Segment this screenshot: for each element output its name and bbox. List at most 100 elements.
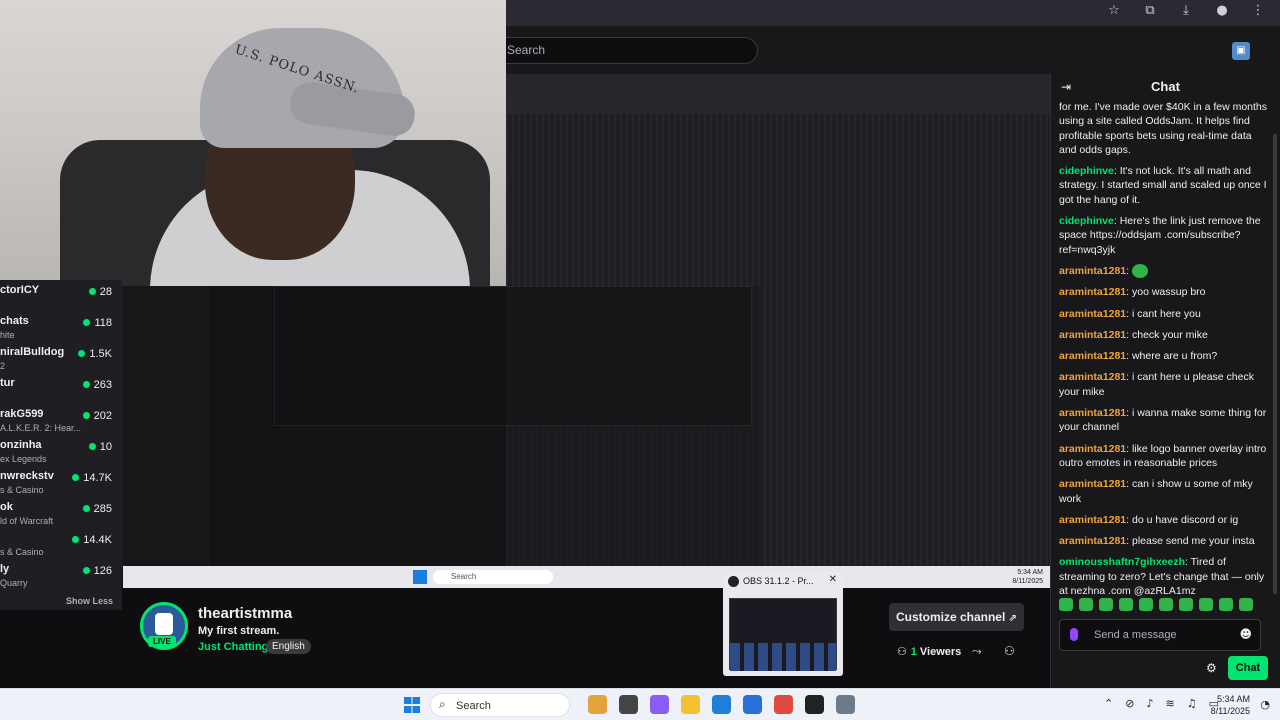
- emote-icon[interactable]: [1119, 598, 1133, 611]
- chat-username[interactable]: araminta1281: [1059, 407, 1126, 419]
- chat-username[interactable]: araminta1281: [1059, 514, 1126, 526]
- chat-username[interactable]: cidephinve: [1059, 215, 1114, 227]
- chat-message: araminta1281: like logo banner overlay i…: [1059, 442, 1269, 471]
- chat-message-text: : do u have discord or ig: [1126, 513, 1239, 526]
- star-icon[interactable]: ☆: [1104, 3, 1124, 18]
- taskbar-app-icon[interactable]: [588, 695, 607, 714]
- emote-icon[interactable]: [1059, 598, 1073, 611]
- windows-taskbar: ⌕ Search ⌃ ⊘ ♪ ≋ ♫ ▭ 5:34 AM 8/11/2025 ◔: [0, 688, 1280, 720]
- chat-send-button[interactable]: Chat: [1228, 656, 1268, 680]
- chevron-up-icon[interactable]: ⌃: [1104, 697, 1113, 710]
- sidebar-channel-category: ld of Warcraft: [0, 516, 54, 526]
- wifi-icon[interactable]: ≋: [1165, 697, 1174, 710]
- sidebar-channel-item[interactable]: s & Casino 14.4K: [0, 532, 118, 564]
- gear-icon[interactable]: ⚙: [1206, 661, 1217, 675]
- network-icon[interactable]: ⊘: [1125, 697, 1134, 710]
- chat-message: for me. I've made over $40K in a few mon…: [1059, 100, 1269, 157]
- chat-input-placeholder: Send a message: [1094, 629, 1177, 641]
- viewer-count: ⚇ 1 Viewers: [897, 645, 961, 658]
- nested-stream-screenshot: [274, 286, 752, 426]
- obs-thumbnail[interactable]: [729, 598, 837, 671]
- sidebar-channel-item[interactable]: rakG599 A.L.K.E.R. 2: Hear... 202: [0, 408, 118, 440]
- obs-icon: [728, 576, 739, 587]
- taskbar-app-icon[interactable]: [619, 695, 638, 714]
- recommended-channels-sidebar: ctorICY 28 chats hite 118 niralBulldog 2 1.5K tu…: [0, 280, 122, 610]
- chat-username[interactable]: araminta1281: [1059, 265, 1126, 277]
- extension-icon[interactable]: ⧉: [1140, 3, 1160, 18]
- taskbar-apps: [588, 695, 855, 714]
- sidebar-channel-item[interactable]: tur 263: [0, 377, 118, 409]
- chat-message-text: for me. I've made over $40K in a few mon…: [1059, 101, 1268, 156]
- emote-icon[interactable]: [1239, 598, 1253, 611]
- nested-taskbar: Search 5:34 AM 8/11/2025: [123, 566, 1053, 588]
- sidebar-channel-item[interactable]: ctorICY 28: [0, 284, 118, 316]
- user-avatar-icon[interactable]: ▣: [1232, 42, 1250, 60]
- obs-window-title: OBS 31.1.2 - Pr...: [743, 576, 814, 586]
- sidebar-channel-item[interactable]: chats hite 118: [0, 315, 118, 347]
- nested-taskbar-search: Search: [433, 570, 553, 584]
- sidebar-channel-item[interactable]: ok ld of Warcraft 285: [0, 501, 118, 533]
- customize-channel-button[interactable]: Customize channel ⇗: [889, 603, 1024, 631]
- taskbar-app-icon[interactable]: [805, 695, 824, 714]
- microphone-icon[interactable]: ♪: [1146, 697, 1153, 710]
- chat-username[interactable]: cidephinve: [1059, 165, 1114, 177]
- chat-username[interactable]: araminta1281: [1059, 535, 1126, 547]
- emote-icon[interactable]: [1219, 598, 1233, 611]
- sidebar-channel-item[interactable]: nwreckstv s & Casino 14.7K: [0, 470, 118, 502]
- sidebar-channel-item[interactable]: onzinha ex Legends 10: [0, 439, 118, 471]
- close-icon[interactable]: ✕: [829, 574, 837, 585]
- stream-category[interactable]: Just Chatting: [198, 641, 268, 653]
- menu-icon[interactable]: ⋮: [1248, 3, 1268, 18]
- notification-icon[interactable]: ◔: [1260, 698, 1270, 711]
- chat-username[interactable]: araminta1281: [1059, 286, 1126, 298]
- taskbar-app-icon[interactable]: [712, 695, 731, 714]
- emote-icon[interactable]: [1159, 598, 1173, 611]
- chat-username[interactable]: ominousshaftn7gihxeezh: [1059, 556, 1185, 568]
- taskbar-search-label: Search: [456, 700, 491, 712]
- volume-icon[interactable]: ♫: [1187, 697, 1197, 710]
- chat-input[interactable]: Send a message ☻: [1059, 619, 1261, 651]
- media-icon[interactable]: ⤓: [1176, 3, 1196, 18]
- microphone-icon[interactable]: [1070, 628, 1078, 641]
- windows-start-icon[interactable]: [404, 697, 420, 713]
- taskbar-app-icon[interactable]: [681, 695, 700, 714]
- profile-icon[interactable]: ●: [1212, 3, 1232, 18]
- share-icon[interactable]: ⤳: [972, 644, 982, 659]
- chat-message: araminta1281: please send me your insta: [1059, 534, 1269, 548]
- user-options-icon[interactable]: ⚇: [1004, 644, 1015, 658]
- chat-username[interactable]: araminta1281: [1059, 329, 1126, 341]
- chat-message-text: :: [1126, 264, 1130, 277]
- emote-icon[interactable]: [1179, 598, 1193, 611]
- taskbar-search[interactable]: ⌕ Search: [430, 693, 570, 717]
- taskbar-app-icon[interactable]: [650, 695, 669, 714]
- chat-username[interactable]: araminta1281: [1059, 443, 1126, 455]
- emote-picker-row: [1059, 598, 1269, 611]
- sidebar-channel-name: ok: [0, 501, 13, 513]
- emote-picker-icon[interactable]: ☻: [1239, 627, 1252, 641]
- chat-username[interactable]: araminta1281: [1059, 478, 1126, 490]
- nested-sidebar: [122, 286, 210, 566]
- sidebar-viewer-count: 285: [83, 503, 112, 515]
- emote-icon[interactable]: [1199, 598, 1213, 611]
- taskbar-app-icon[interactable]: [774, 695, 793, 714]
- sidebar-channel-category: hite: [0, 330, 15, 340]
- chat-scrollbar[interactable]: [1273, 134, 1277, 594]
- search-input[interactable]: Search: [480, 37, 758, 64]
- chat-username[interactable]: araminta1281: [1059, 371, 1126, 383]
- chat-message: ominousshaftn7gihxeezh: Tired of streami…: [1059, 555, 1269, 598]
- chat-username[interactable]: araminta1281: [1059, 350, 1126, 362]
- channel-name[interactable]: theartistmma: [198, 605, 292, 622]
- taskbar-app-icon[interactable]: [743, 695, 762, 714]
- emote-icon[interactable]: [1139, 598, 1153, 611]
- taskbar-clock[interactable]: 5:34 AM 8/11/2025: [1211, 693, 1250, 717]
- chat-username[interactable]: araminta1281: [1059, 308, 1126, 320]
- show-less-link[interactable]: Show Less: [66, 596, 113, 606]
- sidebar-channel-category: ex Legends: [0, 454, 47, 464]
- obs-taskbar-preview[interactable]: OBS 31.1.2 - Pr... ✕: [723, 572, 843, 676]
- sidebar-channel-item[interactable]: ly Quarry 126: [0, 563, 118, 595]
- language-tag[interactable]: English: [266, 639, 311, 654]
- emote-icon[interactable]: [1099, 598, 1113, 611]
- sidebar-channel-item[interactable]: niralBulldog 2 1.5K: [0, 346, 118, 378]
- taskbar-app-icon[interactable]: [836, 695, 855, 714]
- emote-icon[interactable]: [1079, 598, 1093, 611]
